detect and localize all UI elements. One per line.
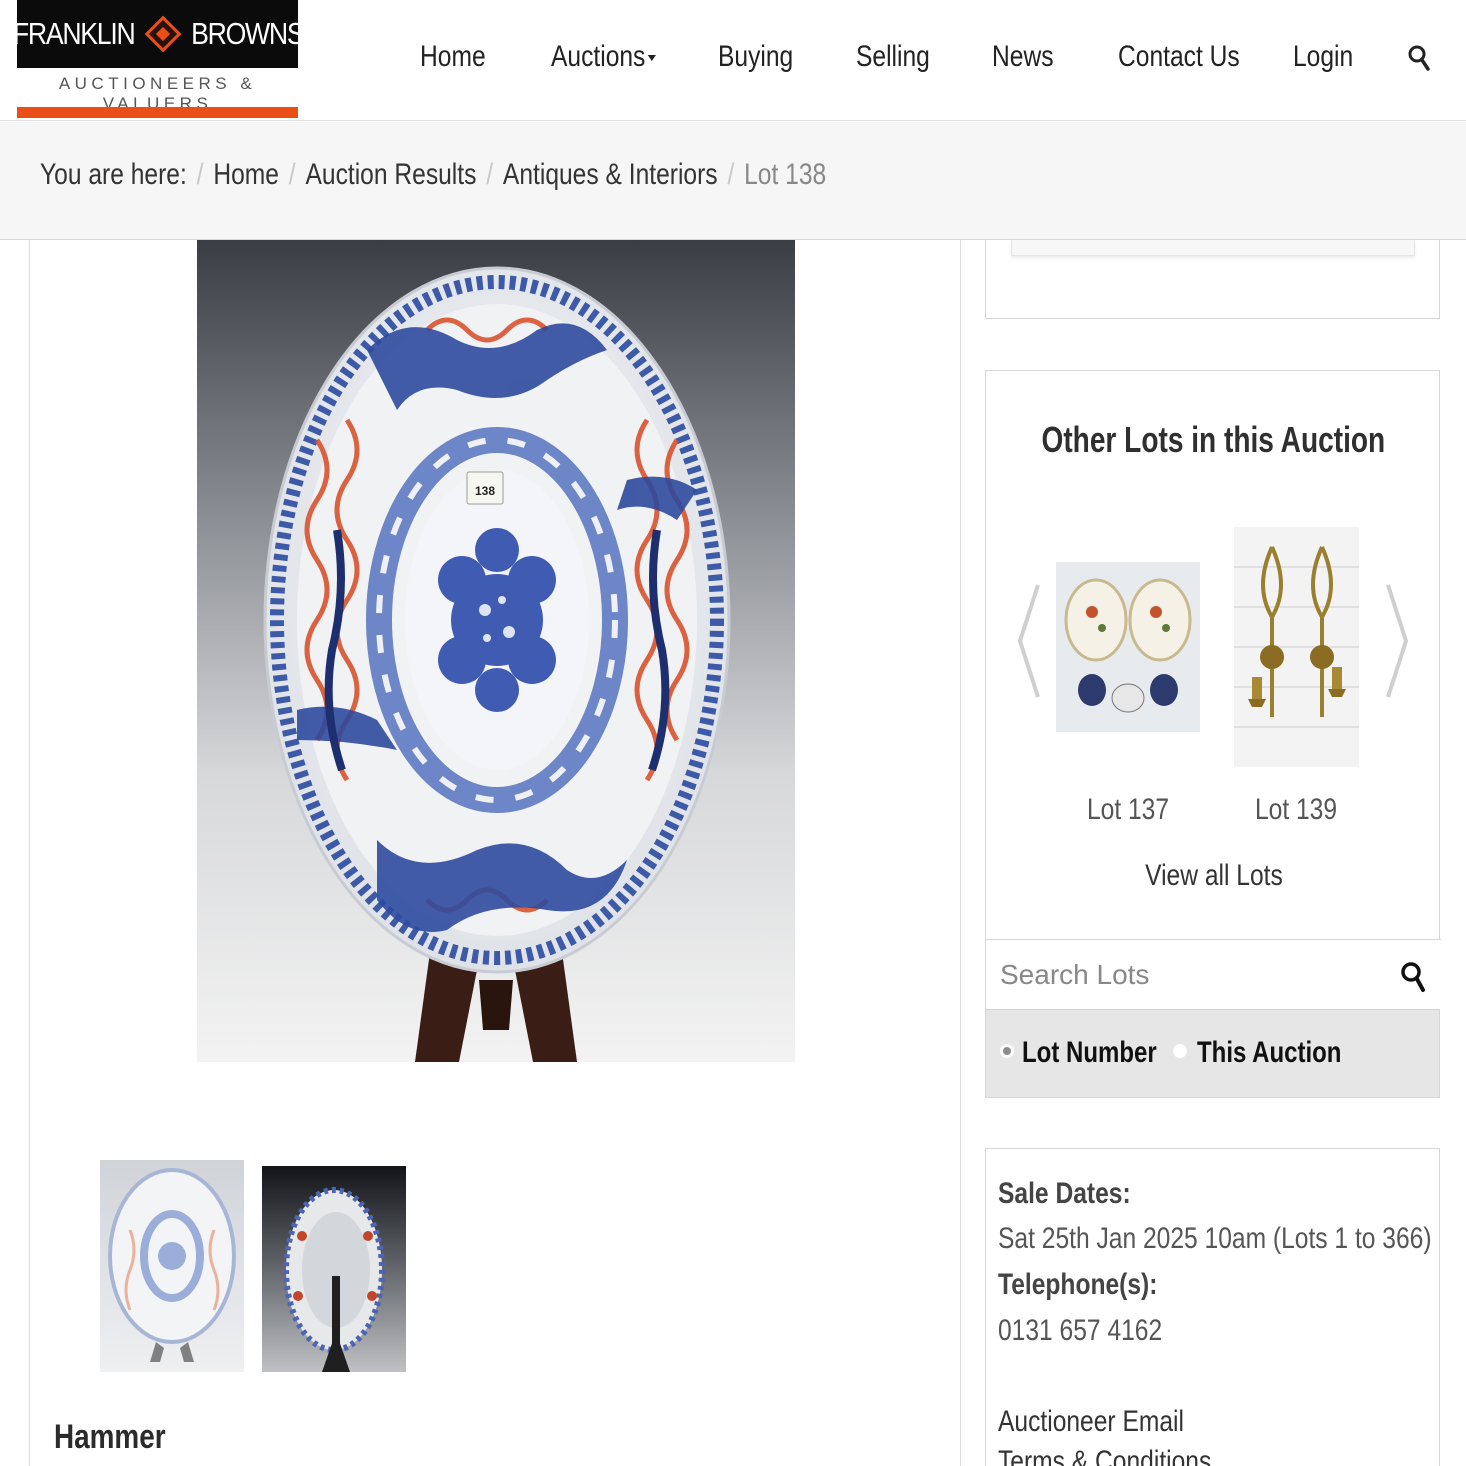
sidebar-top-inner: [1011, 240, 1415, 256]
nav-home[interactable]: Home: [420, 40, 486, 74]
lot-137-link[interactable]: Lot 137: [1069, 793, 1187, 827]
breadcrumb-home[interactable]: Home: [213, 158, 279, 191]
lot-main-image[interactable]: 138: [197, 240, 795, 1062]
breadcrumb-prefix: You are here:: [40, 158, 187, 191]
carousel-prev-icon[interactable]: [1016, 581, 1042, 701]
main-nav: Home Auctions Buying Selling News Contac…: [0, 40, 1466, 84]
hammer-label: Hammer: [54, 1418, 166, 1456]
radio-lot-number-label[interactable]: Lot Number: [1022, 1036, 1157, 1070]
search-icon[interactable]: [1408, 44, 1430, 74]
logo-accent-bar: [17, 107, 298, 118]
nav-auctions-label: Auctions: [551, 40, 646, 73]
nav-contact-us[interactable]: Contact Us: [1118, 40, 1240, 74]
breadcrumb-separator: /: [727, 158, 735, 191]
view-all-lots-text: View all Lots: [1144, 859, 1283, 892]
breadcrumb-antiques-interiors[interactable]: Antiques & Interiors: [503, 158, 718, 191]
lot-137-plates-illustration: [1056, 562, 1200, 732]
view-all-lots-link[interactable]: View all Lots: [986, 859, 1441, 893]
lot-139-sconces-illustration: [1234, 527, 1359, 767]
lot-thumbnail-1[interactable]: [100, 1160, 244, 1372]
auctioneer-email-link[interactable]: Auctioneer Email: [998, 1405, 1184, 1439]
breadcrumb-auction-results[interactable]: Auction Results: [305, 158, 476, 191]
lot-thumbnail-2[interactable]: [262, 1166, 406, 1372]
site-header: FRANKLIN BROWNS AUCTIONEERS & VALUERS Ho…: [0, 0, 1466, 121]
lot-detail-panel: 138 Hammer: [29, 240, 961, 1466]
nav-news[interactable]: News: [992, 40, 1054, 74]
other-lots-title-text: Other Lots in this Auction: [1041, 419, 1386, 460]
nav-selling[interactable]: Selling: [856, 40, 930, 74]
lot-139-link[interactable]: Lot 139: [1237, 793, 1355, 827]
thumbnail-plate-front: [108, 1168, 236, 1362]
sale-dates-label: Sale Dates:: [998, 1177, 1131, 1210]
breadcrumb-current: Lot 138: [744, 158, 827, 191]
other-lots-box: Other Lots in this Auction Lot 137 Lot 1…: [985, 370, 1441, 1098]
nav-buying[interactable]: Buying: [718, 40, 793, 74]
search-mode-options: Lot Number This Auction: [986, 1009, 1439, 1097]
telephone-label: Telephone(s):: [998, 1268, 1158, 1301]
sidebar-top-box: [985, 240, 1440, 319]
search-lots-icon[interactable]: [1400, 960, 1426, 994]
telephone-value: 0131 657 4162: [998, 1314, 1163, 1347]
breadcrumb-separator: /: [196, 158, 204, 191]
radio-lot-number[interactable]: [1000, 1044, 1014, 1058]
lot-137-image[interactable]: [1056, 562, 1200, 732]
imari-charger-illustration: 138: [263, 266, 731, 1062]
search-lots-input[interactable]: [1000, 954, 1380, 996]
radio-this-auction[interactable]: [1173, 1044, 1187, 1058]
lot-search-bar: [986, 939, 1441, 1009]
terms-conditions-link[interactable]: Terms & Conditions: [998, 1445, 1211, 1466]
nav-auctions[interactable]: Auctions: [551, 40, 657, 74]
breadcrumb-separator: /: [288, 158, 296, 191]
breadcrumb-separator: /: [486, 158, 494, 191]
radio-this-auction-label[interactable]: This Auction: [1197, 1036, 1341, 1070]
lot-139-image[interactable]: [1234, 527, 1359, 767]
breadcrumb-bar: You are here: / Home / Auction Results / Antiq…: [0, 122, 1466, 240]
lot-tag-number: 138: [475, 484, 495, 498]
nav-login[interactable]: Login: [1293, 40, 1353, 74]
breadcrumb: You are here: / Home / Auction Results / Antiq…: [40, 158, 826, 192]
thumbnail-plate-back: [283, 1187, 385, 1372]
sale-dates-value: Sat 25th Jan 2025 10am (Lots 1 to 366): [998, 1222, 1432, 1255]
other-lots-title: Other Lots in this Auction: [986, 419, 1441, 461]
caret-down-icon: [647, 55, 657, 62]
carousel-next-icon[interactable]: [1384, 581, 1410, 701]
sale-info-box: Sale Dates: Sat 25th Jan 2025 10am (Lots…: [985, 1148, 1440, 1466]
